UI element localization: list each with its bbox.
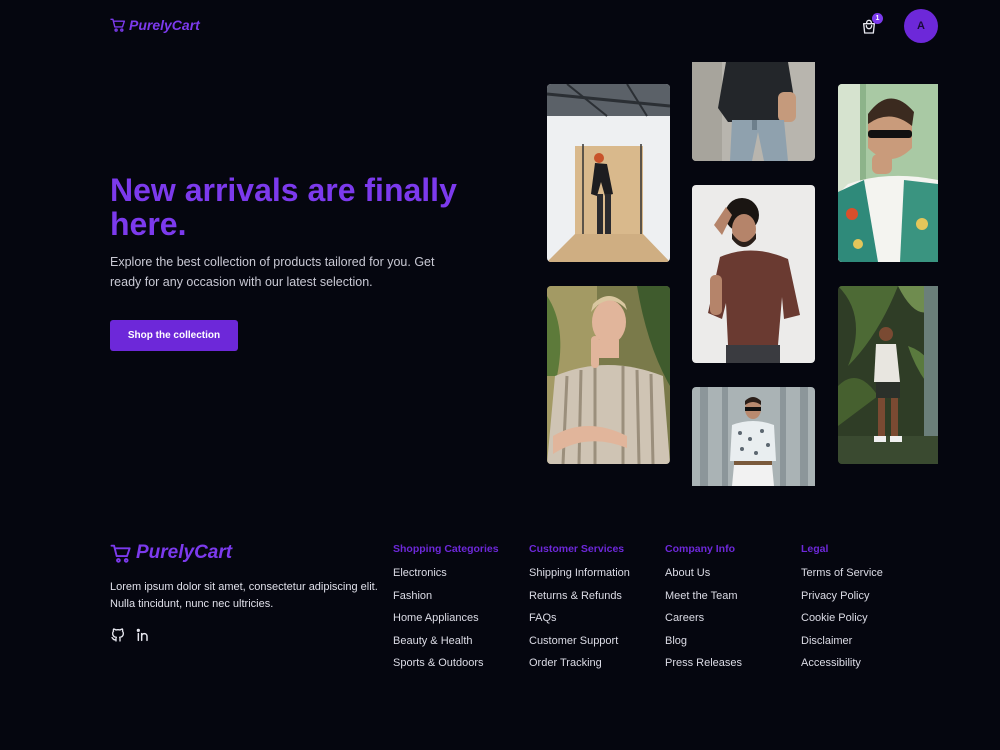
footer-column-title: Company Info [665,543,735,555]
cart-count-badge: 1 [872,13,883,24]
footer-link-blog[interactable]: Blog [665,635,687,647]
gallery-photo-dark-sweater-jeans[interactable] [692,62,815,161]
brand-name: PurelyCart [129,17,200,33]
gallery-photo-sunglasses-patterned-shirt[interactable] [692,387,815,486]
footer-link-terms-of-service[interactable]: Terms of Service [801,567,883,579]
footer-link-shipping-information[interactable]: Shipping Information [529,567,630,579]
footer-link-fashion[interactable]: Fashion [393,590,432,602]
footer-link-beauty-health[interactable]: Beauty & Health [393,635,473,647]
footer-column-title: Legal [801,543,829,555]
footer-brand-logo[interactable]: PurelyCart [110,542,232,564]
footer-link-about-us[interactable]: About Us [665,567,710,579]
footer-link-electronics[interactable]: Electronics [393,567,447,579]
gallery-photo-curly-hair-brown-tee[interactable] [692,185,815,363]
footer-link-returns-refunds[interactable]: Returns & Refunds [529,590,622,602]
footer-link-order-tracking[interactable]: Order Tracking [529,657,602,669]
hero-title: New arrivals are finally here. [110,172,457,242]
cart-logo-icon [110,18,126,32]
social-links [110,627,151,643]
footer-link-customer-support[interactable]: Customer Support [529,635,618,647]
gallery-photo-studio-portrait[interactable] [547,84,670,262]
linkedin-icon[interactable] [135,627,151,643]
footer-link-cookie-policy[interactable]: Cookie Policy [801,612,868,624]
footer-description: Lorem ipsum dolor sit amet, consectetur … [110,581,378,610]
cart-logo-icon [110,544,131,563]
footer-link-careers[interactable]: Careers [665,612,704,624]
footer-link-meet-the-team[interactable]: Meet the Team [665,590,738,602]
footer-link-accessibility[interactable]: Accessibility [801,657,861,669]
footer-link-home-appliances[interactable]: Home Appliances [393,612,479,624]
footer-link-disclaimer[interactable]: Disclaimer [801,635,852,647]
footer-link-privacy-policy[interactable]: Privacy Policy [801,590,869,602]
footer-column-shopping-categories: Shopping Categories Electronics Fashion … [393,543,523,679]
cart-button[interactable]: 1 [858,13,883,38]
shop-collection-button[interactable]: Shop the collection [110,320,238,351]
footer-link-sports-outdoors[interactable]: Sports & Outdoors [393,657,484,669]
footer-link-faqs[interactable]: FAQs [529,612,557,624]
footer-column-company-info: Company Info About Us Meet the Team Care… [665,543,795,679]
site-header: PurelyCart 1 A [0,0,1000,52]
footer-link-press-releases[interactable]: Press Releases [665,657,742,669]
footer-column-title: Customer Services [529,543,625,555]
gallery-photo-sunglasses-floral-shirt[interactable] [838,84,938,262]
brand-logo[interactable]: PurelyCart [110,17,200,33]
github-icon[interactable] [110,627,126,643]
user-avatar[interactable]: A [904,9,938,43]
hero-subtitle: Explore the best collection of products … [110,255,435,289]
footer-column-customer-services: Customer Services Shipping Information R… [529,543,659,679]
footer-brand-name: PurelyCart [136,542,233,563]
footer-column-title: Shopping Categories [393,543,499,555]
gallery-photo-striped-shirt-portrait[interactable] [547,286,670,464]
footer-column-legal: Legal Terms of Service Privacy Policy Co… [801,543,931,679]
gallery-photo-garden-full-body[interactable] [838,286,938,464]
